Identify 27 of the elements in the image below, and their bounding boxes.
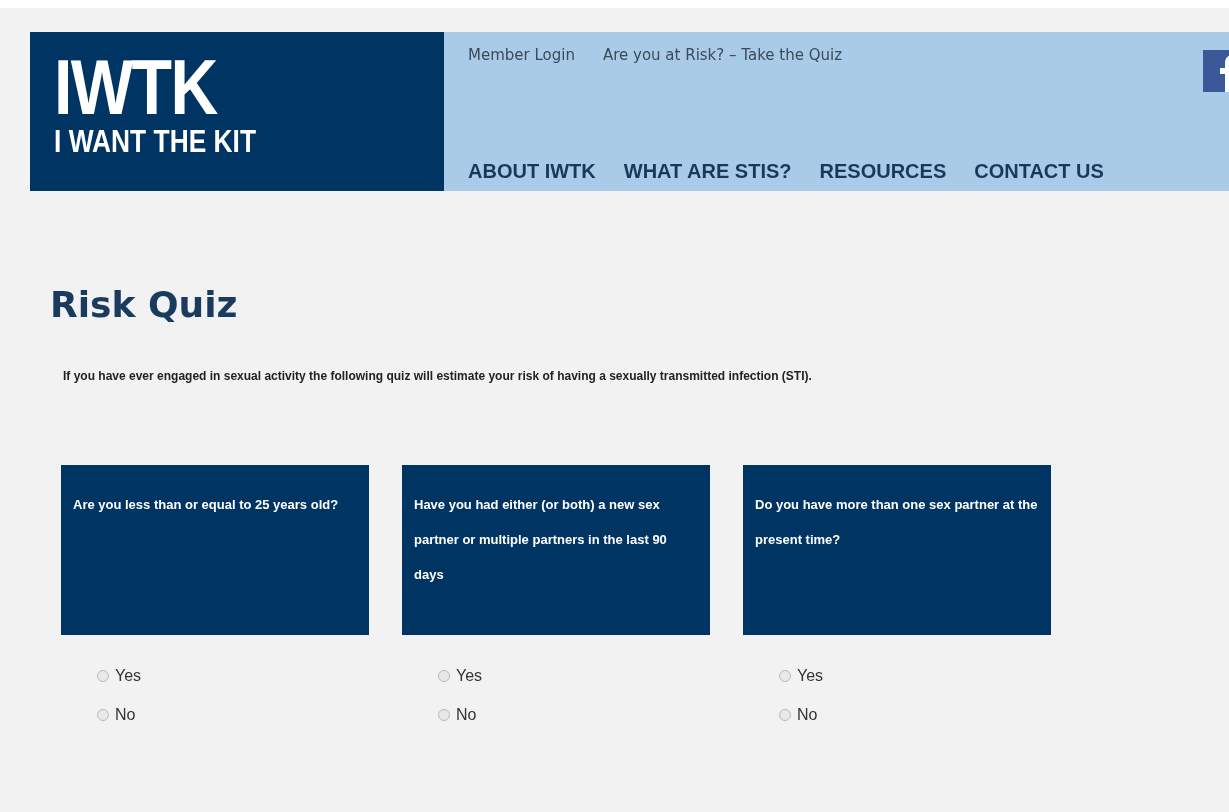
logo-subtitle: I WANT THE KIT (54, 124, 257, 160)
logo-title: IWTK (54, 50, 218, 124)
question-text: Have you had either (or both) a new sex partner or multiple partners in the last 90 days (414, 496, 668, 584)
question-text: Do you have more than one sex partner at the present time? (755, 496, 1039, 549)
radio-button[interactable] (779, 708, 791, 721)
facebook-icon[interactable] (1203, 50, 1229, 92)
page-heading: Risk Quiz (50, 283, 239, 327)
option-label[interactable]: No (115, 704, 136, 725)
radio-button[interactable] (438, 669, 450, 682)
option-label[interactable]: No (797, 704, 818, 725)
top-link[interactable]: Are you at Risk? – Take the Quiz (602, 46, 843, 64)
radio-button[interactable] (779, 669, 791, 682)
nav-link[interactable]: ABOUT IWTK (468, 160, 596, 183)
option-label[interactable]: No (456, 704, 477, 725)
question-text: Are you less than or equal to 25 years old? (73, 496, 340, 514)
nav-link[interactable]: CONTACT US (974, 160, 1104, 183)
option-label[interactable]: Yes (456, 665, 483, 686)
radio-button[interactable] (438, 708, 450, 721)
intro-text: If you have ever engaged in sexual activity the following quiz will estimate your risk of having a sexually transmitted infection (STI). (63, 369, 813, 383)
option-label[interactable]: Yes (115, 665, 142, 686)
nav-link[interactable]: RESOURCES (819, 160, 947, 183)
logo-panel[interactable]: IWTK I WANT THE KIT (30, 32, 444, 191)
nav-link[interactable]: WHAT ARE STIS? (623, 160, 792, 183)
radio-button[interactable] (97, 669, 109, 682)
radio-button[interactable] (97, 708, 109, 721)
top-link[interactable]: Member Login (468, 46, 575, 64)
option-label[interactable]: Yes (797, 665, 824, 686)
